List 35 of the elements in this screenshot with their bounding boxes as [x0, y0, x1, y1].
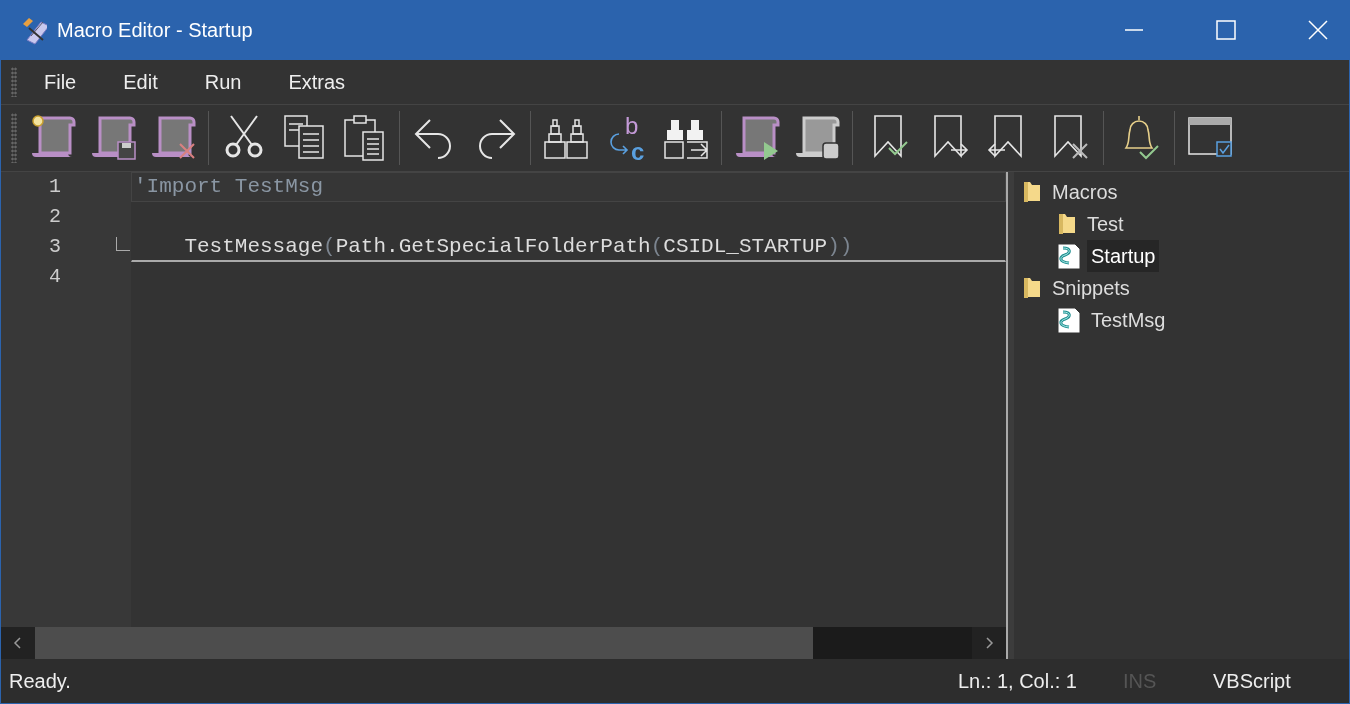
fold-marker [116, 237, 130, 251]
folder-icon [1022, 276, 1042, 300]
script-icon [1057, 242, 1081, 270]
folder-icon [1057, 212, 1077, 236]
splitter[interactable] [1006, 172, 1014, 659]
line-number: 4 [48, 264, 61, 290]
tree-item[interactable]: TestMsg [1087, 304, 1170, 336]
tree-item[interactable]: Snippets [1048, 272, 1134, 304]
menu-item[interactable]: File [31, 63, 91, 101]
scrollbar-thumb[interactable] [35, 627, 813, 659]
scroll-right-icon[interactable] [984, 637, 994, 649]
tree-item[interactable]: Macros [1048, 176, 1122, 208]
line-number: 3 [48, 234, 61, 260]
menu-grip [11, 67, 17, 97]
horizontal-scrollbar[interactable] [1, 627, 1006, 659]
tree-item[interactable]: Startup [1087, 240, 1160, 272]
language-label: VBScript [1213, 669, 1292, 694]
menu-item[interactable]: Edit [110, 63, 172, 101]
code-line: TestMessage(Path.GetSpecialFolderPath(CSIDL_STARTUP)) [183, 233, 853, 260]
toolbar-grip [11, 113, 17, 163]
script-icon [1057, 306, 1081, 334]
line-number: 1 [48, 174, 61, 200]
line-number: 2 [48, 204, 61, 230]
window-title: Macro Editor - Startup [57, 18, 253, 43]
code-line: 'Import TestMsg [133, 174, 324, 200]
scroll-left-icon[interactable] [13, 637, 23, 649]
replace-button[interactable]: b c [600, 110, 652, 166]
menu-item[interactable]: Run [191, 63, 256, 101]
status-message: Ready. [9, 669, 72, 694]
folder-icon [1022, 180, 1042, 204]
close-icon[interactable] [1308, 20, 1328, 40]
menu-item[interactable]: Extras [275, 63, 360, 101]
maximize-icon[interactable] [1216, 20, 1236, 40]
tree-item[interactable]: Test [1083, 208, 1128, 240]
cursor-position: Ln.: 1, Col.: 1 [958, 669, 1078, 694]
